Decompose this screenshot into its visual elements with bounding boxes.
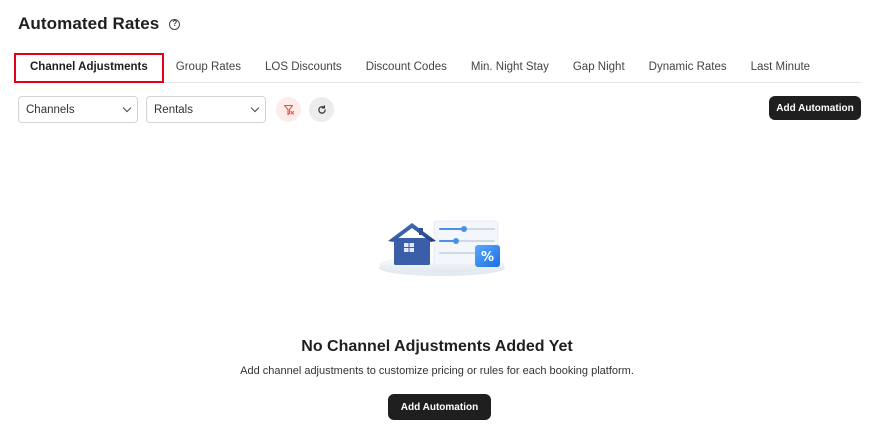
tab-channel-adjustments[interactable]: Channel Adjustments [14,53,164,83]
refresh-icon [317,104,326,114]
channels-select-value: Channels [26,103,75,116]
tab-gap-night[interactable]: Gap Night [561,53,637,83]
question-circle-icon[interactable]: ? [169,18,181,30]
rentals-select-value: Rentals [154,103,193,116]
tab-group-rates[interactable]: Group Rates [164,53,253,83]
tab-discount-codes[interactable]: Discount Codes [354,53,459,83]
svg-text:%: % [481,250,494,265]
chevron-down-icon [250,103,260,113]
add-automation-button[interactable]: Add Automation [769,96,861,120]
tab-bar: Channel Adjustments Group Rates LOS Disc… [14,53,861,83]
house-percent-illustration: % [379,220,505,276]
rentals-select[interactable]: Rentals [146,96,266,123]
page-title: Automated Rates [18,14,160,33]
page-header: Automated Rates ? [18,14,181,34]
tab-los-discounts[interactable]: LOS Discounts [253,53,354,83]
empty-state-add-automation-button[interactable]: Add Automation [388,394,491,420]
tab-min-night-stay[interactable]: Min. Night Stay [459,53,561,83]
chevron-down-icon [122,103,132,113]
empty-state-title: No Channel Adjustments Added Yet [301,338,573,355]
empty-state-description: Add channel adjustments to customize pri… [240,365,634,377]
filter-clear-icon [283,104,294,115]
channels-select[interactable]: Channels [18,96,138,123]
tab-last-minute[interactable]: Last Minute [739,53,822,83]
filter-bar: Channels Rentals [18,96,334,123]
refresh-button[interactable] [309,97,334,122]
tab-dynamic-rates[interactable]: Dynamic Rates [637,53,739,83]
clear-filter-button[interactable] [276,97,301,122]
